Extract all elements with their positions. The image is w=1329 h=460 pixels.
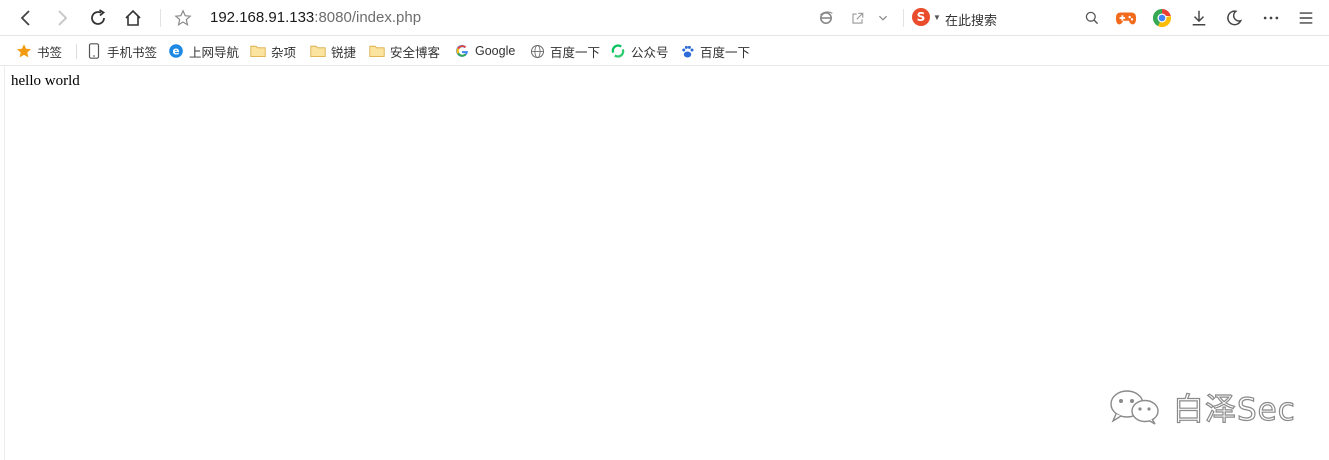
- star-icon: [16, 43, 32, 59]
- baidu-paw-icon: [679, 43, 695, 59]
- chrome-store-button[interactable]: [1150, 6, 1174, 30]
- game-center-button[interactable]: [1114, 6, 1138, 30]
- search-input[interactable]: 在此搜索: [945, 10, 997, 29]
- home-button[interactable]: [121, 6, 145, 30]
- page-body-text: hello world: [11, 73, 80, 89]
- chevron-down-icon: [878, 15, 888, 21]
- bookmark-item-baidu-2[interactable]: 百度一下: [679, 42, 750, 60]
- bookmark-folder-misc[interactable]: 杂项: [250, 42, 296, 60]
- moon-icon: [1227, 10, 1243, 26]
- page-content: hello world 白泽Sec: [4, 66, 1329, 460]
- share-button[interactable]: [845, 6, 869, 30]
- bookmark-label: Google: [475, 44, 516, 58]
- sogou-icon: S: [912, 8, 930, 26]
- reload-button[interactable]: [86, 6, 110, 30]
- bookmark-star-button[interactable]: [171, 6, 195, 30]
- share-icon: [851, 12, 863, 24]
- watermark-text: 白泽Sec: [1172, 391, 1296, 428]
- bookmark-item-bookmarks[interactable]: 书签: [16, 42, 62, 60]
- folder-icon: [369, 43, 385, 59]
- bookmark-item-google[interactable]: Google: [454, 42, 515, 60]
- bookmark-label: 书签: [37, 45, 63, 60]
- watermark: 白泽Sec: [1107, 384, 1296, 429]
- globe-icon: [529, 43, 545, 59]
- toolbar-divider: [903, 9, 904, 27]
- google-icon: [454, 43, 470, 59]
- caret-down-icon: ▼: [933, 12, 941, 22]
- wechat-icon: [1110, 389, 1159, 425]
- night-mode-button[interactable]: [1222, 6, 1246, 30]
- bookmark-folder-security-blogs[interactable]: 安全博客: [369, 42, 440, 60]
- browser-toolbar: 192.168.91.133:8080/index.php S ▼ 在此搜索: [0, 0, 1329, 36]
- toolbar-divider: [160, 9, 161, 27]
- forward-button[interactable]: [50, 6, 74, 30]
- bookmark-item-nav[interactable]: e 上网导航: [168, 42, 239, 60]
- bookmarks-bar: 书签 手机书签 e 上网导航 杂项 锐捷 安全博客 Google 百度一下 公众…: [0, 36, 1329, 66]
- search-button[interactable]: [1080, 6, 1104, 30]
- ellipsis-icon: [1263, 16, 1279, 20]
- bookmark-label: 百度一下: [700, 45, 751, 60]
- download-icon: [1192, 10, 1206, 26]
- star-outline-icon: [174, 9, 192, 26]
- phone-icon: [86, 43, 102, 59]
- bookmark-label: 锐捷: [331, 45, 357, 60]
- green-refresh-icon: [610, 43, 626, 59]
- bookmark-label: 公众号: [631, 45, 669, 60]
- search-engine-selector[interactable]: S ▼: [912, 8, 941, 26]
- more-button[interactable]: [1259, 6, 1283, 30]
- back-button[interactable]: [14, 6, 38, 30]
- address-bar[interactable]: 192.168.91.133:8080/index.php: [210, 9, 421, 27]
- ie-icon: e: [168, 43, 184, 59]
- ie-engine-icon: [820, 11, 833, 24]
- bookmark-label: 杂项: [271, 45, 297, 60]
- search-icon: [1085, 11, 1099, 25]
- downloads-button[interactable]: [1187, 6, 1211, 30]
- share-dropdown-button[interactable]: [871, 6, 895, 30]
- bookmark-label: 安全博客: [390, 45, 441, 60]
- colorful-circle-icon: [1152, 8, 1172, 28]
- chevron-right-icon: [58, 10, 68, 26]
- ie-mode-button[interactable]: [814, 6, 838, 30]
- chevron-left-icon: [20, 10, 30, 26]
- svg-text:e: e: [172, 46, 179, 58]
- bookmark-item-wechat-account[interactable]: 公众号: [610, 42, 669, 60]
- bookmark-separator: [76, 44, 77, 59]
- gamepad-icon: [1115, 12, 1137, 25]
- bookmark-label: 手机书签: [107, 45, 158, 60]
- hamburger-menu-icon: [1299, 12, 1313, 24]
- folder-icon: [250, 43, 266, 59]
- folder-icon: [310, 43, 326, 59]
- home-icon: [125, 9, 141, 26]
- reload-icon: [91, 9, 106, 25]
- bookmark-label: 上网导航: [189, 45, 240, 60]
- url-host: 192.168.91.133: [210, 9, 315, 26]
- bookmark-item-mobile[interactable]: 手机书签: [86, 42, 157, 60]
- url-path: :8080/index.php: [314, 9, 422, 26]
- bookmark-item-baidu-1[interactable]: 百度一下: [529, 42, 600, 60]
- bookmark-label: 百度一下: [550, 45, 601, 60]
- bookmark-folder-ruijie[interactable]: 锐捷: [310, 42, 356, 60]
- menu-button[interactable]: [1294, 6, 1318, 30]
